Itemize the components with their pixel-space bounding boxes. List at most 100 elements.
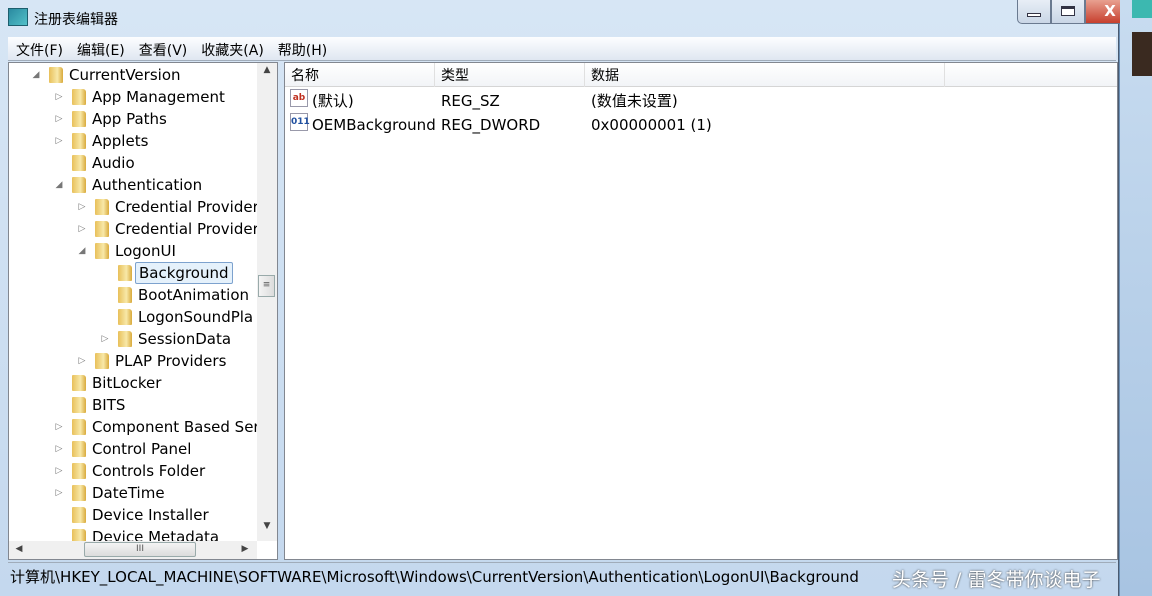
column-data[interactable]: 数据 [585, 63, 945, 87]
maximize-icon [1061, 6, 1075, 16]
scroll-down-icon[interactable]: ▼ [257, 521, 277, 531]
tree-item[interactable]: ▷ DateTime [9, 482, 257, 504]
folder-icon [95, 243, 109, 259]
binary-value-icon: 011 [290, 113, 310, 131]
values-list[interactable]: 名称 类型 数据 ab (默认) REG_SZ (数值未设置) 011 OEMBackgr… [284, 62, 1118, 560]
watermark: 头条号 / 雷冬带你谈电子 [892, 569, 1101, 591]
tree-item-label: Background [135, 262, 233, 284]
expand-arrow-icon[interactable]: ▷ [54, 416, 64, 438]
folder-icon [118, 287, 132, 303]
tree-item-label: LogonSoundPla [138, 308, 254, 326]
tree-item[interactable]: ▷ Controls Folder [9, 460, 257, 482]
menu-file[interactable]: 文件(F) [8, 37, 69, 60]
window-title: 注册表编辑器 [34, 12, 118, 28]
tree-item-label: LogonUI [115, 242, 176, 260]
folder-icon [72, 463, 86, 479]
tree-item[interactable]: ▷ PLAP Providers [9, 350, 257, 372]
tree-item-label: DateTime [92, 484, 165, 502]
minimize-icon [1027, 13, 1041, 17]
expand-arrow-icon[interactable]: ▷ [77, 350, 87, 372]
tree-item[interactable]: Background [9, 262, 257, 284]
folder-icon [72, 397, 86, 413]
scroll-up-icon[interactable]: ▲ [257, 65, 277, 75]
tree-item-label: Credential Provider [115, 198, 259, 216]
value-row[interactable]: 011 OEMBackground REG_DWORD 0x00000001 (1) [285, 113, 1117, 137]
menu-view[interactable]: 查看(V) [131, 37, 194, 60]
expand-arrow-icon[interactable]: ▷ [54, 460, 64, 482]
tree-item[interactable]: ▷ SessionData [9, 328, 257, 350]
tree-item-label: PLAP Providers [115, 352, 227, 370]
registry-editor-window: 注册表编辑器 X 文件(F) 编辑(E) 查看(V) 收藏夹(A) 帮助(H) … [0, 0, 1135, 596]
maximize-button[interactable] [1051, 0, 1085, 24]
tree-item[interactable]: ▷ Credential Provider [9, 218, 259, 240]
folder-icon [72, 507, 86, 523]
tree-item-label: BitLocker [92, 374, 162, 392]
desktop-icon [1132, 0, 1152, 18]
folder-icon [72, 375, 86, 391]
tree-item[interactable]: ▷ Credential Provider [9, 196, 259, 218]
desktop-edge [1120, 0, 1152, 596]
expand-arrow-icon[interactable]: ▷ [100, 328, 110, 350]
value-data: 0x00000001 (1) [591, 116, 712, 134]
tree-vertical-scrollbar[interactable]: ▲ ≡ ▼ [257, 63, 277, 541]
tree-item[interactable]: ▷ App Management [9, 86, 257, 108]
tree-item[interactable]: Device Installer [9, 504, 257, 526]
tree-item[interactable]: ◢ Authentication [9, 174, 257, 196]
column-type[interactable]: 类型 [435, 63, 585, 87]
expand-arrow-icon[interactable]: ▷ [54, 86, 64, 108]
folder-icon [49, 67, 63, 83]
expand-arrow-icon[interactable]: ▷ [54, 108, 64, 130]
folder-icon [72, 441, 86, 457]
scroll-left-icon[interactable]: ◀ [9, 544, 29, 554]
tree-item-label: Audio [92, 154, 135, 172]
tree-item[interactable]: ▷ App Paths [9, 108, 257, 130]
menu-favorites[interactable]: 收藏夹(A) [193, 37, 270, 60]
value-data: (数值未设置) [591, 92, 678, 110]
expand-arrow-icon[interactable]: ▷ [77, 218, 87, 240]
minimize-button[interactable] [1017, 0, 1051, 24]
collapse-arrow-icon[interactable]: ◢ [54, 174, 64, 196]
folder-icon [95, 353, 109, 369]
folder-icon [72, 155, 86, 171]
value-type: REG_DWORD [441, 116, 541, 134]
tree-item[interactable]: ◢ CurrentVersion [9, 64, 257, 86]
tree-horizontal-scrollbar[interactable]: ◀ III ▶ [9, 541, 257, 559]
tree-item[interactable]: ▷ Applets [9, 130, 257, 152]
tree-item[interactable]: ▷ Component Based Ser [9, 416, 260, 438]
regedit-app-icon [8, 8, 28, 26]
expand-arrow-icon[interactable]: ▷ [77, 196, 87, 218]
tree-item-label: Credential Provider [115, 220, 259, 238]
tree-item[interactable]: BitLocker [9, 372, 257, 394]
folder-icon [118, 265, 132, 281]
folder-icon [95, 221, 109, 237]
tree-item[interactable]: ◢ LogonUI [9, 240, 257, 262]
title-bar[interactable]: 注册表编辑器 [0, 0, 1118, 36]
collapse-arrow-icon[interactable]: ◢ [31, 64, 41, 86]
registry-key-tree[interactable]: ◢ CurrentVersion ▷ App Management ▷ App Paths… [8, 62, 278, 560]
column-name[interactable]: 名称 [285, 63, 435, 87]
scroll-thumb[interactable]: ≡ [258, 275, 275, 297]
folder-icon [118, 309, 132, 325]
tree-item[interactable]: ▷ Control Panel [9, 438, 257, 460]
tree-item[interactable]: Audio [9, 152, 257, 174]
tree-item-label: Controls Folder [92, 462, 206, 480]
tree-item-label: App Management [92, 88, 225, 106]
tree-item[interactable]: LogonSoundPla [9, 306, 257, 328]
expand-arrow-icon[interactable]: ▷ [54, 438, 64, 460]
scroll-right-icon[interactable]: ▶ [235, 544, 255, 554]
expand-arrow-icon[interactable]: ▷ [54, 130, 64, 152]
tree-item-label: CurrentVersion [69, 66, 181, 84]
tree-item[interactable]: BITS [9, 394, 257, 416]
menu-edit[interactable]: 编辑(E) [69, 37, 131, 60]
collapse-arrow-icon[interactable]: ◢ [77, 240, 87, 262]
folder-icon [95, 199, 109, 215]
hscroll-thumb[interactable]: III [84, 542, 196, 557]
tree-item[interactable]: BootAnimation [9, 284, 257, 306]
tree-item-label: SessionData [138, 330, 232, 348]
expand-arrow-icon[interactable]: ▷ [54, 482, 64, 504]
value-row[interactable]: ab (默认) REG_SZ (数值未设置) [285, 89, 1117, 113]
menu-help[interactable]: 帮助(H) [270, 37, 333, 60]
string-value-icon: ab [290, 89, 308, 107]
desktop-thumbnail [1132, 32, 1152, 76]
tree-item-label: Component Based Ser [92, 418, 260, 436]
